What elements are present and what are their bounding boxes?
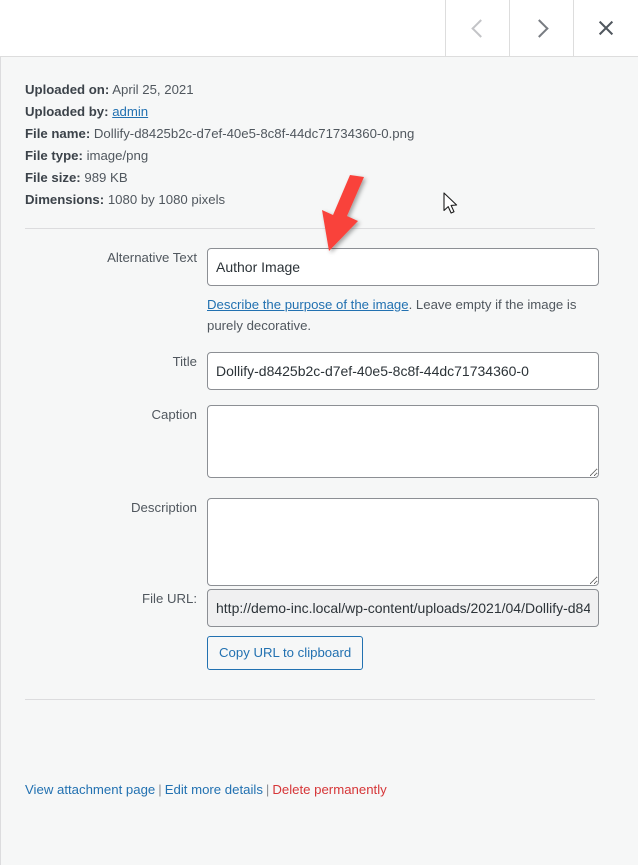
attachment-actions: View attachment page | Edit more details | D… [25, 780, 387, 800]
file-url-control: Copy URL to clipboard [207, 589, 599, 670]
description-label: Description [131, 500, 197, 515]
metadata-row-uploaded-by: Uploaded by: admin [25, 101, 414, 123]
field-file-url: File URL: Copy URL to clipboard [1, 589, 599, 670]
caption-control [207, 405, 599, 478]
metadata-row-uploaded-on: Uploaded on: April 25, 2021 [25, 79, 414, 101]
alternative-text-label: Alternative Text [107, 250, 197, 265]
describe-purpose-link[interactable]: Describe the purpose of the image [207, 297, 409, 312]
metadata-value: Dollify-d8425b2c-d7ef-40e5-8c8f-44dc7173… [93, 126, 415, 141]
attachment-metadata-list: Uploaded on: April 25, 2021 Uploaded by:… [25, 79, 414, 211]
copy-url-button[interactable]: Copy URL to clipboard [207, 636, 364, 670]
alternative-text-control: Describe the purpose of the image. Leave… [207, 248, 599, 336]
close-dialog-button[interactable] [573, 0, 638, 56]
attachment-details-panel: Uploaded on: April 25, 2021 Uploaded by:… [0, 57, 638, 865]
action-separator: | [158, 782, 162, 797]
next-media-button[interactable] [509, 0, 573, 56]
title-input[interactable] [207, 352, 599, 390]
view-attachment-page-link[interactable]: View attachment page [25, 782, 155, 797]
chevron-left-icon [470, 18, 490, 38]
description-textarea[interactable] [207, 498, 599, 586]
divider-bottom [25, 699, 595, 700]
metadata-key: File type: [25, 148, 83, 163]
media-nav-group [445, 0, 638, 56]
metadata-row-file-size: File size: 989 KB [25, 167, 414, 189]
edit-more-details-link[interactable]: Edit more details [165, 782, 263, 797]
metadata-value: 989 KB [84, 170, 128, 185]
field-caption: Caption [1, 405, 599, 478]
field-description: Description [1, 498, 599, 586]
attachment-details-dialog: Uploaded on: April 25, 2021 Uploaded by:… [0, 0, 638, 865]
field-alternative-text: Alternative Text Describe the purpose of… [1, 248, 599, 336]
metadata-row-file-type: File type: image/png [25, 145, 414, 167]
metadata-key: Uploaded on: [25, 82, 110, 97]
metadata-row-file-name: File name: Dollify-d8425b2c-d7ef-40e5-8c… [25, 123, 414, 145]
metadata-value: 1080 by 1080 pixels [107, 192, 226, 207]
chevron-right-icon [529, 18, 549, 38]
title-control [207, 352, 599, 390]
title-label: Title [172, 354, 197, 369]
metadata-key: Uploaded by: [25, 104, 109, 119]
dialog-toolbar [0, 0, 638, 57]
uploaded-by-link[interactable]: admin [112, 104, 148, 119]
field-title: Title [1, 352, 599, 390]
caption-textarea[interactable] [207, 405, 599, 478]
file-url-label: File URL: [142, 591, 197, 606]
metadata-value: image/png [86, 148, 149, 163]
metadata-value: April 25, 2021 [112, 82, 194, 97]
alternative-text-help: Describe the purpose of the image. Leave… [207, 294, 579, 336]
delete-permanently-link[interactable]: Delete permanently [272, 782, 386, 797]
file-url-input[interactable] [207, 589, 599, 627]
metadata-row-dimensions: Dimensions: 1080 by 1080 pixels [25, 189, 414, 211]
action-separator: | [265, 782, 270, 797]
caption-label: Caption [151, 407, 197, 422]
divider-top [25, 228, 595, 229]
close-icon [597, 19, 615, 37]
alternative-text-input[interactable] [207, 248, 599, 286]
metadata-key: Dimensions: [25, 192, 105, 207]
metadata-key: File name: [25, 126, 91, 141]
previous-media-button[interactable] [445, 0, 509, 56]
metadata-key: File size: [25, 170, 81, 185]
description-control [207, 498, 599, 586]
